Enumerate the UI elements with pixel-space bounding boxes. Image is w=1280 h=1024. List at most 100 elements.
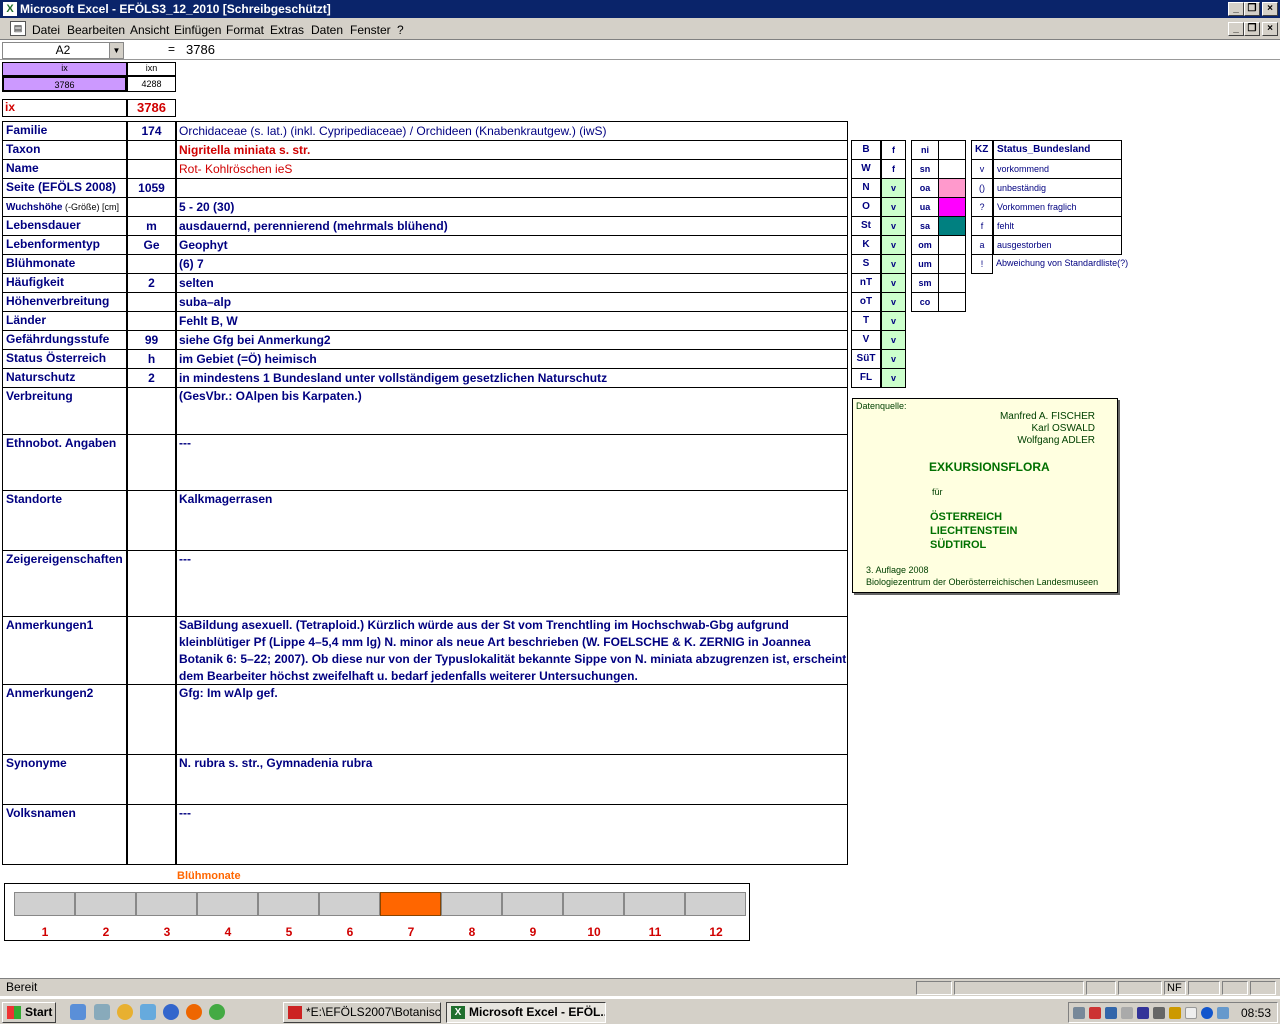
menu-datei[interactable]: Datei <box>32 23 60 37</box>
state-code[interactable]: N <box>851 178 881 198</box>
row-value[interactable]: 5 - 20 (30) <box>176 197 848 217</box>
state-status[interactable]: v <box>881 235 906 255</box>
bloom-month-bar[interactable] <box>624 892 685 916</box>
ix-header[interactable]: ix <box>2 62 127 76</box>
bloom-month-bar[interactable] <box>380 892 441 916</box>
chrome-icon[interactable] <box>209 1004 225 1020</box>
region-color-cell[interactable] <box>938 235 966 255</box>
row-label[interactable]: Synonyme <box>2 754 127 805</box>
state-code[interactable]: oT <box>851 292 881 312</box>
row-code[interactable]: 1059 <box>127 178 176 198</box>
document-icon[interactable]: ▤ <box>10 21 26 36</box>
row-label[interactable]: Naturschutz <box>2 368 127 388</box>
region-code[interactable]: oa <box>911 178 939 198</box>
state-status[interactable]: v <box>881 368 906 388</box>
row-label[interactable]: Wuchshöhe (-Größe) [cm] <box>2 197 127 217</box>
start-button[interactable]: Start <box>2 1002 56 1023</box>
tray-icon[interactable] <box>1153 1007 1165 1019</box>
region-code[interactable]: ua <box>911 197 939 217</box>
formula-input[interactable]: 3786 <box>186 42 215 57</box>
chevron-down-icon[interactable]: ▼ <box>109 43 123 58</box>
state-code[interactable]: V <box>851 330 881 350</box>
row-code[interactable]: m <box>127 216 176 236</box>
row-value[interactable]: (GesVbr.: OAlpen bis Karpaten.) <box>176 387 848 435</box>
row-value[interactable]: Gfg: Im wAlp gef. <box>176 684 848 755</box>
region-color-cell[interactable] <box>938 216 966 236</box>
state-status[interactable]: v <box>881 349 906 369</box>
row-label[interactable]: Ethnobot. Angaben <box>2 434 127 491</box>
bloom-month-bar[interactable] <box>563 892 624 916</box>
row-value[interactable]: --- <box>176 550 848 617</box>
tray-icon[interactable] <box>1169 1007 1181 1019</box>
region-color-cell[interactable] <box>938 197 966 217</box>
row-code[interactable] <box>127 804 176 865</box>
row-label[interactable]: Standorte <box>2 490 127 551</box>
row-value[interactable]: Fehlt B, W <box>176 311 848 331</box>
doc-restore-button[interactable]: ❐ <box>1244 22 1260 36</box>
state-status[interactable]: v <box>881 254 906 274</box>
ie-icon[interactable] <box>70 1004 86 1020</box>
menu-format[interactable]: Format <box>226 23 264 37</box>
state-status[interactable]: v <box>881 178 906 198</box>
row-code[interactable]: 99 <box>127 330 176 350</box>
region-color-cell[interactable] <box>938 254 966 274</box>
row-value[interactable]: im Gebiet (=Ö) heimisch <box>176 349 848 369</box>
row-value[interactable]: Nigritella miniata s. str. <box>176 140 848 160</box>
row-label[interactable]: Häufigkeit <box>2 273 127 293</box>
row-label[interactable]: Lebenformentyp <box>2 235 127 255</box>
doc-minimize-button[interactable]: _ <box>1228 22 1244 36</box>
state-code[interactable]: K <box>851 235 881 255</box>
row-value[interactable]: --- <box>176 804 848 865</box>
row-value[interactable]: N. rubra s. str., Gymnadenia rubra <box>176 754 848 805</box>
state-code[interactable]: T <box>851 311 881 331</box>
state-status[interactable]: f <box>881 159 906 179</box>
tray-icon[interactable] <box>1089 1007 1101 1019</box>
region-code[interactable]: om <box>911 235 939 255</box>
state-status[interactable]: v <box>881 330 906 350</box>
task-excel[interactable]: X Microsoft Excel - EFÖL... <box>446 1002 606 1023</box>
state-status[interactable]: v <box>881 216 906 236</box>
row-value[interactable]: SaBildung asexuell. (Tetraploid.) Kürzli… <box>176 616 848 685</box>
row-label[interactable]: Name <box>2 159 127 179</box>
state-code[interactable]: B <box>851 140 881 160</box>
ixn-header[interactable]: ixn <box>127 62 176 76</box>
row-label[interactable]: Volksnamen <box>2 804 127 865</box>
row-code[interactable] <box>127 140 176 160</box>
state-status[interactable]: v <box>881 292 906 312</box>
row-label[interactable]: Verbreitung <box>2 387 127 435</box>
row-label[interactable]: Taxon <box>2 140 127 160</box>
region-code[interactable]: sm <box>911 273 939 293</box>
firefox-icon[interactable] <box>186 1004 202 1020</box>
row-value[interactable]: Geophyt <box>176 235 848 255</box>
menu-ansicht[interactable]: Ansicht <box>130 23 169 37</box>
bloom-month-bar[interactable] <box>197 892 258 916</box>
region-color-cell[interactable] <box>938 159 966 179</box>
region-color-cell[interactable] <box>938 140 966 160</box>
menu-einfuegen[interactable]: Einfügen <box>174 23 221 37</box>
row-code[interactable] <box>127 254 176 274</box>
bloom-month-bar[interactable] <box>319 892 380 916</box>
row-code[interactable]: 174 <box>127 121 176 141</box>
menu-help[interactable]: ? <box>397 23 404 37</box>
row-value[interactable]: Kalkmagerrasen <box>176 490 848 551</box>
bloom-chart[interactable]: 1 2 3 4 5 6 7 8 9 10 11 12 <box>4 883 750 941</box>
row-code[interactable] <box>127 387 176 435</box>
state-status[interactable]: f <box>881 140 906 160</box>
row-code[interactable] <box>127 292 176 312</box>
row-code[interactable] <box>127 754 176 805</box>
row-value[interactable]: in mindestens 1 Bundesland unter vollstä… <box>176 368 848 388</box>
row-label[interactable]: Seite (EFÖLS 2008) <box>2 178 127 198</box>
state-code[interactable]: O <box>851 197 881 217</box>
ixn-value-cell[interactable]: 4288 <box>127 76 176 92</box>
row-label[interactable]: Länder <box>2 311 127 331</box>
row-label[interactable]: Familie <box>2 121 127 141</box>
doc-close-button[interactable]: × <box>1262 22 1278 36</box>
region-color-cell[interactable] <box>938 273 966 293</box>
name-box[interactable]: A2 ▼ <box>2 42 124 59</box>
row-label[interactable]: Anmerkungen1 <box>2 616 127 685</box>
row-value[interactable]: siehe Gfg bei Anmerkung2 <box>176 330 848 350</box>
state-status[interactable]: v <box>881 273 906 293</box>
row-code[interactable]: h <box>127 349 176 369</box>
row-code[interactable] <box>127 550 176 617</box>
row-code[interactable]: 2 <box>127 273 176 293</box>
